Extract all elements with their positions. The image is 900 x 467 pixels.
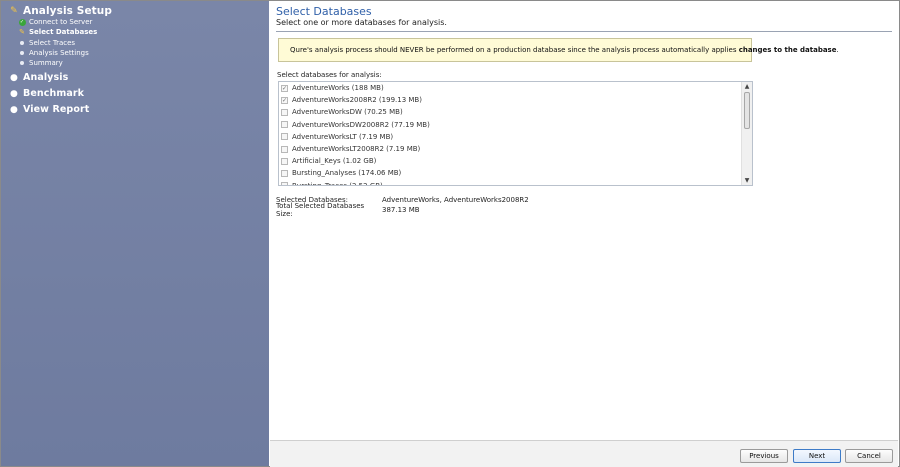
database-name: Artificial_Keys (1.02 GB) [292,157,377,166]
database-list-item[interactable]: ✓ AdventureWorks (188 MB) [279,82,742,94]
selected-databases-value: AdventureWorks, AdventureWorks2008R2 [382,196,529,204]
main-panel: Select Databases Select one or more data… [270,1,898,439]
list-scrollbar[interactable]: ▲ ▼ [741,82,752,185]
checkbox-checked[interactable]: ✓ [281,84,288,92]
sidebar-step-connect-to-server[interactable]: ✓ Connect to Server [18,18,92,26]
database-list-item[interactable]: AdventureWorksLT (7.19 MB) [279,131,742,143]
sidebar-step-summary[interactable]: Summary [18,59,63,67]
pencil-icon: ✎ [10,6,18,16]
checkbox[interactable] [281,169,288,177]
page-subtitle: Select one or more databases for analysi… [276,18,447,27]
sidebar-step-label: Select Databases [29,28,98,36]
selection-summary: Selected Databases: AdventureWorks, Adve… [276,195,529,218]
checkbox[interactable] [281,108,288,116]
database-list-item[interactable]: Bursting_Analyses (174.06 MB) [279,167,742,179]
sidebar-section-label: Analysis Setup [23,5,112,17]
sidebar-section-label: Analysis [23,72,69,83]
sidebar-step-label: Analysis Settings [29,49,89,57]
button-bar: Previous Next Cancel [270,440,898,467]
sidebar-section-label: View Report [23,104,90,115]
database-name: AdventureWorksDW (70.25 MB) [292,108,403,117]
database-list[interactable]: ✓ AdventureWorks (188 MB) ✓ AdventureWorks2… [278,81,753,186]
sidebar-step-label: Select Traces [29,39,76,47]
total-size-value: 387.13 MB [382,206,420,214]
dot-icon: ● [10,88,18,99]
database-list-item[interactable]: AdventureWorksDW2008R2 (77.19 MB) [279,119,742,131]
checkbox[interactable] [281,145,288,153]
scroll-down-arrow-icon[interactable]: ▼ [742,176,752,185]
checkbox[interactable] [281,182,288,185]
previous-button[interactable]: Previous [740,449,788,463]
check-circle-icon: ✓ [18,18,26,26]
sidebar-section-analysis-setup[interactable]: ✎ Analysis Setup [1,5,112,17]
sidebar-section-label: Benchmark [23,88,85,99]
database-name: Bursting_Traces (2.52 GB) [292,181,383,186]
database-list-item[interactable]: ✓ AdventureWorks2008R2 (199.13 MB) [279,94,742,106]
database-name: AdventureWorksDW2008R2 (77.19 MB) [292,120,430,129]
dot-icon: ● [10,72,18,83]
database-name: AdventureWorks2008R2 (199.13 MB) [292,96,422,105]
checkbox-checked[interactable]: ✓ [281,96,288,104]
database-list-item[interactable]: Artificial_Keys (1.02 GB) [279,155,742,167]
dot-icon [18,39,26,47]
checkbox[interactable] [281,133,288,141]
sidebar-section-view-report[interactable]: ● View Report [1,104,89,115]
sidebar-section-analysis[interactable]: ● Analysis [1,72,68,83]
sidebar-step-label: Summary [29,59,63,67]
database-name: AdventureWorksLT2008R2 (7.19 MB) [292,145,421,154]
database-list-item[interactable]: Bursting_Traces (2.52 GB) [279,180,742,186]
sidebar: ✎ Analysis Setup ✓ Connect to Server ✎ S… [1,1,269,466]
sidebar-step-analysis-settings[interactable]: Analysis Settings [18,49,89,57]
sidebar-section-benchmark[interactable]: ● Benchmark [1,88,84,99]
database-name: AdventureWorksLT (7.19 MB) [292,132,394,141]
dot-icon [18,49,26,57]
cancel-button[interactable]: Cancel [845,449,893,463]
sidebar-step-select-databases[interactable]: ✎ Select Databases [18,28,97,36]
database-list-item[interactable]: AdventureWorksLT2008R2 (7.19 MB) [279,143,742,155]
scroll-up-arrow-icon[interactable]: ▲ [742,82,752,91]
pencil-icon: ✎ [19,28,25,36]
total-size-label: Total Selected Databases Size: [276,202,365,218]
dot-icon [18,59,26,67]
database-name: Bursting_Analyses (174.06 MB) [292,169,402,178]
database-name: AdventureWorks (188 MB) [292,84,384,93]
sidebar-step-select-traces[interactable]: Select Traces [18,39,75,47]
database-list-item[interactable]: AdventureWorksDW (70.25 MB) [279,106,742,118]
checkbox[interactable] [281,157,288,165]
warning-emphasis: changes to the database [738,46,837,54]
warning-text: Qure's analysis process should NEVER be … [290,46,839,54]
database-list-label: Select databases for analysis: [277,71,382,79]
warning-banner: Qure's analysis process should NEVER be … [278,38,839,62]
sidebar-step-label: Connect to Server [29,18,93,26]
checkbox[interactable] [281,121,288,129]
title-divider [276,31,892,32]
scrollbar-thumb[interactable] [744,92,750,129]
dot-icon: ● [10,104,18,115]
page-title: Select Databases [276,5,372,18]
next-button[interactable]: Next [793,449,841,463]
